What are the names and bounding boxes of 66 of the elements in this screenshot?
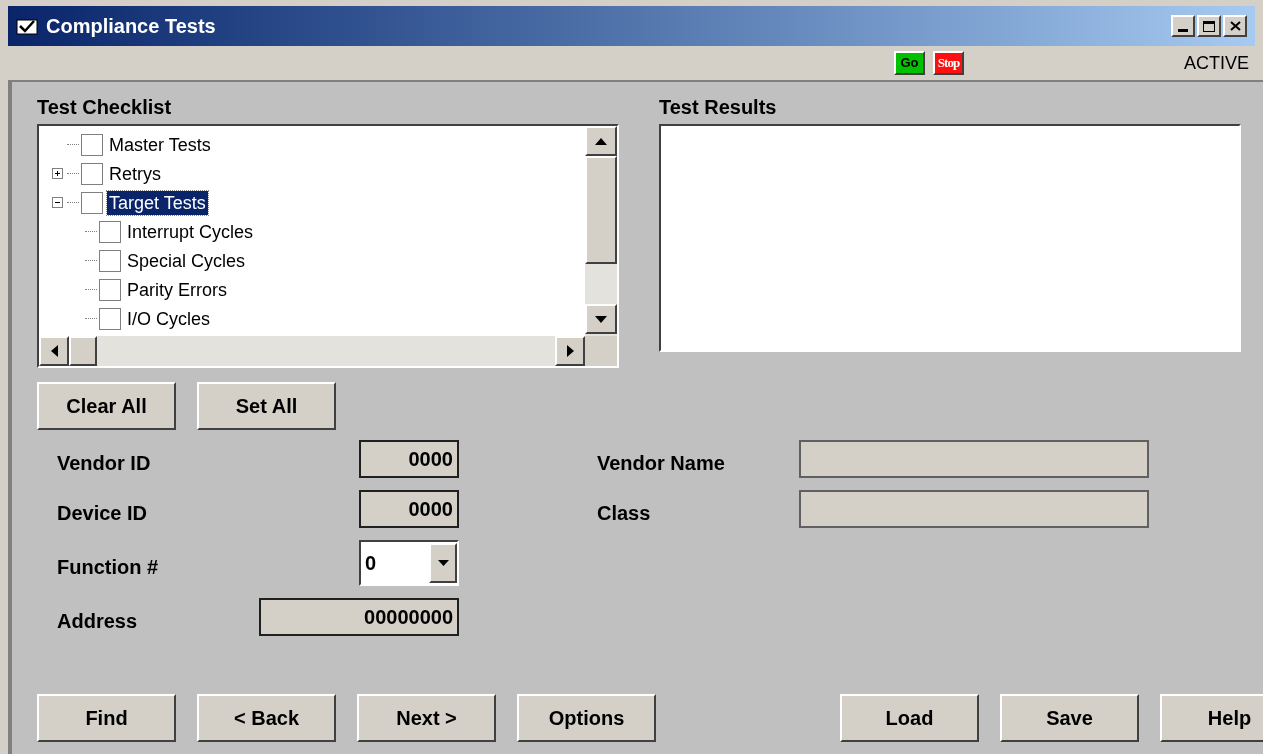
field-label: Device ID bbox=[57, 501, 148, 526]
section-label: Test Results bbox=[659, 95, 778, 120]
stop-button[interactable]: Stop bbox=[933, 51, 964, 75]
checkbox[interactable] bbox=[99, 307, 121, 330]
function-dropdown[interactable]: 0 bbox=[359, 540, 459, 586]
maximize-button[interactable] bbox=[1197, 15, 1221, 37]
tree-item[interactable]: Special Cycles bbox=[125, 248, 248, 273]
action-button[interactable]: Clear All bbox=[37, 382, 176, 430]
field-label: Vendor Name bbox=[597, 451, 726, 476]
minimize-button[interactable] bbox=[1171, 15, 1195, 37]
status-text: ACTIVE bbox=[1184, 51, 1249, 75]
action-button[interactable]: Find bbox=[37, 694, 176, 742]
scroll-up-button[interactable] bbox=[585, 126, 617, 156]
vertical-scrollbar[interactable] bbox=[585, 126, 617, 336]
input-field[interactable]: 0000 bbox=[359, 490, 459, 528]
window-title: Compliance Tests bbox=[46, 14, 216, 39]
tree-item[interactable]: Parity Errors bbox=[125, 277, 229, 302]
scroll-thumb[interactable] bbox=[69, 336, 97, 366]
dropdown-arrow-button[interactable] bbox=[429, 543, 457, 583]
minimize-icon bbox=[1178, 29, 1188, 32]
tree-item[interactable]: I/O Cycles bbox=[125, 306, 212, 331]
scrollbar-corner bbox=[585, 336, 617, 366]
input-field[interactable]: 0000 bbox=[359, 440, 459, 478]
left-arrow-icon bbox=[50, 345, 58, 357]
checkbox[interactable] bbox=[99, 278, 121, 301]
action-button[interactable]: Next > bbox=[357, 694, 496, 742]
test-tree[interactable]: Master Tests Retrys Target Tests Interrupt Cycles Special Cycles Parity Errors I/O Cycles bbox=[37, 124, 619, 368]
collapse-icon[interactable] bbox=[51, 197, 63, 208]
up-arrow-icon bbox=[595, 137, 607, 145]
action-button[interactable]: < Back bbox=[197, 694, 336, 742]
action-button[interactable]: Help bbox=[1160, 694, 1263, 742]
checkbox[interactable] bbox=[99, 249, 121, 272]
scroll-left-button[interactable] bbox=[39, 336, 69, 366]
action-button[interactable]: Options bbox=[517, 694, 656, 742]
expand-icon[interactable] bbox=[51, 168, 63, 179]
maximize-icon bbox=[1203, 20, 1215, 32]
scroll-thumb[interactable] bbox=[585, 156, 617, 264]
action-button[interactable]: Set All bbox=[197, 382, 336, 430]
close-button[interactable] bbox=[1223, 15, 1247, 37]
scroll-right-button[interactable] bbox=[555, 336, 585, 366]
scroll-down-button[interactable] bbox=[585, 304, 617, 334]
close-icon bbox=[1229, 21, 1241, 31]
checkbox[interactable] bbox=[81, 191, 103, 214]
go-button[interactable]: Go bbox=[894, 51, 925, 75]
section-label: Test Checklist bbox=[37, 95, 173, 120]
checkbox[interactable] bbox=[99, 220, 121, 243]
field-label: Function # bbox=[57, 555, 159, 580]
action-button[interactable]: Save bbox=[1000, 694, 1139, 742]
tree-item[interactable]: Target Tests bbox=[107, 190, 208, 215]
input-field[interactable] bbox=[799, 440, 1149, 478]
tree-item[interactable]: Interrupt Cycles bbox=[125, 219, 256, 244]
tree-item[interactable]: Retrys bbox=[107, 161, 163, 186]
down-arrow-icon bbox=[595, 315, 607, 323]
caret-icon bbox=[437, 560, 449, 566]
field-label: Vendor ID bbox=[57, 451, 151, 476]
field-label: Class bbox=[597, 501, 652, 526]
field-label: Address bbox=[57, 609, 138, 634]
horizontal-scrollbar[interactable] bbox=[39, 336, 585, 366]
checkbox[interactable] bbox=[81, 162, 103, 185]
checkmark-icon bbox=[16, 17, 38, 35]
tree-item[interactable]: Master Tests bbox=[107, 132, 213, 157]
input-field[interactable]: 00000000 bbox=[259, 598, 459, 636]
right-arrow-icon bbox=[566, 345, 574, 357]
action-button[interactable]: Load bbox=[840, 694, 979, 742]
input-field[interactable] bbox=[799, 490, 1149, 528]
checkbox[interactable] bbox=[81, 133, 103, 156]
